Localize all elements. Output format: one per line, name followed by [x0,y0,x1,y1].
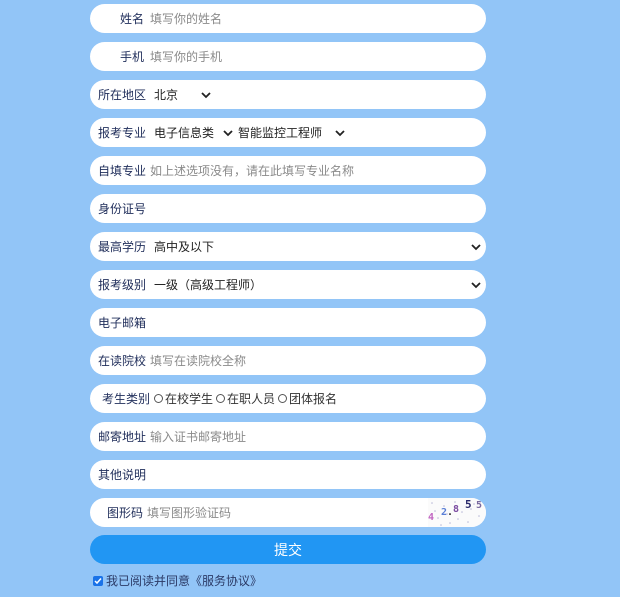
region-label: 所在地区 [98,88,147,102]
radio-employed[interactable]: 在职人员 [216,390,275,407]
region-field[interactable]: 所在地区 北京 [90,80,486,109]
chevron-down-icon [222,128,236,138]
level-label: 报考级别 [98,278,147,292]
submit-button[interactable]: 提交 [90,535,486,564]
notes-label: 其他说明 [98,468,147,482]
custom-major-field[interactable]: 自填专业 如上述选项没有，请在此填写专业名称 [90,156,486,185]
education-select[interactable]: 高中及以下 [154,238,214,255]
radio-circle-icon [278,394,288,403]
address-input[interactable]: 输入证书邮寄地址 [150,428,246,445]
school-input[interactable]: 填写在读院校全称 [150,352,246,369]
address-field[interactable]: 邮寄地址 输入证书邮寄地址 [90,422,486,451]
captcha-char: 4 [428,512,435,523]
major-specialty-select[interactable]: 智能监控工程师 [238,124,348,141]
captcha-char: 5 [476,500,483,511]
id-number-label: 身份证号 [98,202,147,216]
id-number-field[interactable]: 身份证号 [90,194,486,223]
notes-field[interactable]: 其他说明 [90,460,486,489]
phone-input[interactable]: 填写你的手机 [150,48,222,65]
name-field[interactable]: 姓名 填写你的姓名 [90,4,486,33]
name-label: 姓名 [119,12,144,26]
agree-checkbox[interactable] [93,575,103,586]
captcha-field[interactable]: 图形码 填写图形验证码 4 2 . 8 5 5 [90,498,486,527]
agreement: 我已阅读并同意《服务协议》 [90,572,486,589]
candidate-type-label: 考生类别 [101,392,150,406]
major-label: 报考专业 [98,126,147,140]
chevron-down-icon [470,241,482,251]
agree-label[interactable]: 我已阅读并同意《服务协议》 [106,572,262,589]
education-label: 最高学历 [98,240,147,254]
email-label: 电子邮箱 [98,316,147,330]
chevron-down-icon [470,279,482,289]
radio-student[interactable]: 在校学生 [154,390,213,407]
email-field[interactable]: 电子邮箱 [90,308,486,337]
radio-circle-icon [154,394,163,403]
radio-circle-icon [216,394,226,403]
address-label: 邮寄地址 [98,430,147,444]
chevron-down-icon [200,90,214,100]
school-field[interactable]: 在读院校 填写在读院校全称 [90,346,486,375]
check-icon [94,577,102,584]
candidate-type-field: 考生类别 在校学生 在职人员 团体报名 [90,384,486,413]
name-input[interactable]: 填写你的姓名 [150,10,222,27]
radio-group[interactable]: 团体报名 [278,390,337,407]
region-select[interactable]: 北京 [154,86,214,103]
custom-major-label: 自填专业 [98,164,147,178]
major-field[interactable]: 报考专业 电子信息类 智能监控工程师 [90,118,486,147]
school-label: 在读院校 [98,354,147,368]
major-specialty-value: 智能监控工程师 [238,126,323,140]
major-category-value: 电子信息类 [154,126,215,140]
region-value: 北京 [154,88,179,102]
level-select[interactable]: 一级（高级工程师） [154,276,262,293]
education-field[interactable]: 最高学历 高中及以下 [90,232,486,261]
phone-field[interactable]: 手机 填写你的手机 [90,42,486,71]
phone-label: 手机 [119,50,144,64]
captcha-input[interactable]: 填写图形验证码 [147,504,231,521]
captcha-char: 8 [453,504,460,515]
captcha-char: 5 [465,498,472,511]
chevron-down-icon [334,128,348,138]
captcha-image[interactable]: 4 2 . 8 5 5 [428,498,486,527]
major-category-select[interactable]: 电子信息类 [154,124,236,141]
custom-major-input[interactable]: 如上述选项没有，请在此填写专业名称 [150,162,354,179]
level-field[interactable]: 报考级别 一级（高级工程师） [90,270,486,299]
registration-form: 姓名 填写你的姓名 手机 填写你的手机 所在地区 北京 报考专业 电子信息类 智… [90,4,486,589]
captcha-label: 图形码 [106,506,143,520]
